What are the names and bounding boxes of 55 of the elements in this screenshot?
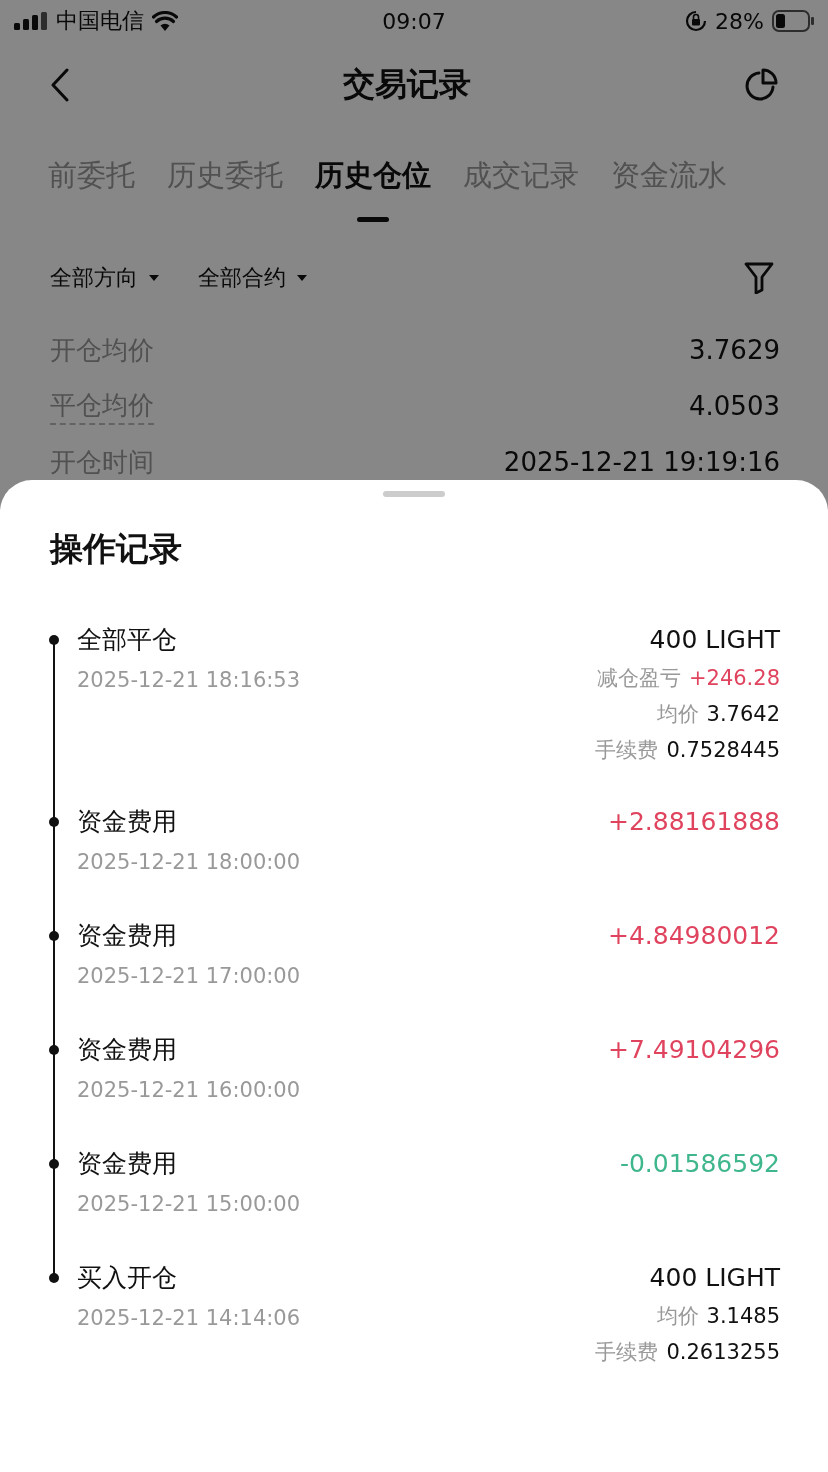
battery-percent: 28% xyxy=(715,8,764,34)
caret-icon xyxy=(148,274,160,282)
record-title: 资金费用 xyxy=(77,806,178,838)
record-amount: +4.84980012 xyxy=(607,920,780,952)
record-time: 2025-12-21 18:16:53 xyxy=(77,667,301,694)
record-title: 资金费用 xyxy=(77,1034,178,1066)
timeline-dot xyxy=(49,817,59,827)
drag-handle[interactable] xyxy=(383,491,445,497)
record-time: 2025-12-21 18:00:00 xyxy=(77,849,301,876)
record-amount: +2.88161888 xyxy=(607,806,780,838)
signal-icon xyxy=(14,12,48,30)
clock-time: 09:07 xyxy=(382,8,446,34)
timeline-dot xyxy=(49,1159,59,1169)
record-time: 2025-12-21 15:00:00 xyxy=(77,1191,301,1218)
detail-label: 均价 xyxy=(656,1304,699,1328)
record-title: 资金费用 xyxy=(77,920,178,952)
detail-value: 0.7528445 xyxy=(666,738,780,762)
timeline-dot xyxy=(49,1045,59,1055)
sheet-title: 操作记录 xyxy=(50,528,183,570)
page-title: 交易记录 xyxy=(343,64,471,105)
record-amount: 400 LIGHT xyxy=(648,1262,780,1294)
rotation-lock-icon xyxy=(685,10,708,32)
filter-dropdown[interactable]: 全部方向 xyxy=(50,263,160,293)
wifi-icon xyxy=(152,11,178,31)
detail-value: 0.2613255 xyxy=(666,1340,780,1364)
detail-label: 手续费 xyxy=(595,738,659,762)
caret-icon xyxy=(296,274,308,282)
timeline-dot xyxy=(49,931,59,941)
field-value: 2025-12-21 19:19:16 xyxy=(503,447,780,477)
detail-label: 减仓盈亏 xyxy=(596,666,681,690)
record-time: 2025-12-21 14:14:06 xyxy=(77,1305,301,1332)
detail-value: +246.28 xyxy=(688,666,780,690)
timeline-dot xyxy=(49,635,59,645)
filter-dropdown[interactable]: 全部合约 xyxy=(198,263,308,293)
detail-value: 3.7642 xyxy=(706,702,780,726)
record-amount: 400 LIGHT xyxy=(648,624,780,656)
field-value: 4.0503 xyxy=(689,391,780,421)
record-title: 资金费用 xyxy=(77,1148,178,1180)
detail-value: 3.1485 xyxy=(706,1304,780,1328)
record-amount: +7.49104296 xyxy=(607,1034,780,1066)
tab[interactable]: 历史仓位 xyxy=(315,130,431,222)
filter-icon[interactable] xyxy=(744,262,774,294)
record-time: 2025-12-21 16:00:00 xyxy=(77,1077,301,1104)
pie-chart-icon[interactable] xyxy=(744,68,778,102)
detail-label: 均价 xyxy=(656,702,699,726)
battery-icon xyxy=(772,10,814,32)
carrier-name: 中国电信 xyxy=(56,7,144,35)
record-title: 买入开仓 xyxy=(77,1262,178,1294)
field-value: 3.7629 xyxy=(689,335,780,365)
timeline-dot xyxy=(49,1273,59,1283)
record-time: 2025-12-21 17:00:00 xyxy=(77,963,301,990)
record-title: 全部平仓 xyxy=(77,624,178,656)
record-amount: -0.01586592 xyxy=(619,1148,780,1180)
detail-label: 手续费 xyxy=(595,1340,659,1364)
back-icon[interactable] xyxy=(50,68,70,102)
